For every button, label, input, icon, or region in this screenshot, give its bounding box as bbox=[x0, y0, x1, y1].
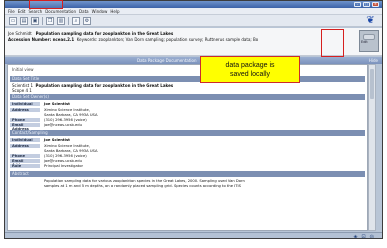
contact-address-row-2: Santa Barbara, CA 993A USA bbox=[10, 149, 365, 153]
package-title-line: Joe Schmidt Population sampling data for… bbox=[8, 31, 173, 36]
status-bar: ◈ ⊡ ◎ bbox=[5, 232, 382, 239]
menu-window[interactable]: Window bbox=[92, 9, 108, 14]
owner-address-row-2: Santa Barbara, CA 993A USA bbox=[10, 113, 365, 117]
contact-email-label: Email Address bbox=[10, 159, 40, 167]
section-contact: Contact/Sampling bbox=[10, 130, 365, 136]
owner-email-label: Email Address bbox=[10, 123, 40, 131]
scrollbar-thumb[interactable] bbox=[370, 69, 374, 99]
contact-email-row: Email Address joe@nceas.ucsb.edu bbox=[10, 159, 365, 167]
new-icon[interactable]: ▭ bbox=[9, 16, 17, 25]
section-data-title: Data Set Title bbox=[10, 76, 365, 82]
package-title: Population sampling data for zooplankton… bbox=[35, 31, 174, 36]
settings-icon[interactable]: ⚙ bbox=[83, 16, 91, 25]
status-icons: ◈ ⊡ ◎ bbox=[353, 233, 374, 239]
owner-address-label: Address bbox=[10, 108, 40, 112]
contact-role-value: Principal Investigator bbox=[44, 164, 83, 168]
open-icon[interactable]: ▤ bbox=[20, 16, 28, 25]
menu-search[interactable]: Search bbox=[28, 9, 42, 14]
thumbnail-label: Edit bbox=[361, 40, 368, 44]
documentation-panel-bar: Data Package Documentation Hide bbox=[5, 57, 382, 64]
callout-line-1: data package is bbox=[225, 62, 275, 69]
data-title-scope: Scope 4 1 bbox=[12, 88, 32, 93]
toolbar-separator bbox=[42, 16, 43, 25]
accession-number: Accession Number: nceas.2.1 bbox=[8, 37, 75, 42]
panel-hide-link[interactable]: Hide bbox=[369, 57, 378, 64]
package-author: Joe Schmidt bbox=[8, 31, 32, 36]
paste-icon[interactable]: ▥ bbox=[57, 16, 65, 25]
highlight-box-edit bbox=[321, 29, 344, 57]
contact-address-value: Ximino Science Institute, bbox=[44, 144, 90, 148]
callout-line-2: saved locally bbox=[229, 71, 271, 78]
contact-individual-row: Individual Joe Scientist bbox=[10, 138, 365, 142]
maximize-button[interactable]: □ bbox=[363, 2, 370, 7]
section-abstract: Abstract bbox=[10, 171, 365, 177]
owner-address-row: Address Ximino Science Institute, bbox=[10, 108, 365, 112]
contact-phone-value: (310) 296-3956 (voice) bbox=[44, 154, 87, 158]
contact-address-value-2: Santa Barbara, CA 993A USA bbox=[44, 149, 98, 153]
contact-address-label: Address bbox=[10, 144, 40, 148]
owner-phone-value: (310) 296-3956 (voice) bbox=[44, 118, 87, 122]
window-controls: – □ × bbox=[354, 2, 379, 7]
network-icon: ◈ bbox=[353, 234, 358, 239]
contact-individual-value: Joe Scientist bbox=[44, 138, 70, 142]
contact-individual-label: Individual bbox=[10, 138, 40, 142]
search-icon[interactable]: ⌕ bbox=[72, 16, 80, 25]
contact-phone-label: Phone bbox=[10, 154, 40, 158]
data-title-line: Scientist 1 Population sampling data for… bbox=[12, 83, 173, 88]
copy-icon[interactable]: ❐ bbox=[46, 16, 54, 25]
menu-file[interactable]: File bbox=[8, 9, 15, 14]
owner-address-value-2: Santa Barbara, CA 993A USA bbox=[44, 113, 98, 117]
contact-role-label: Role bbox=[10, 164, 40, 168]
owner-email-value[interactable]: joe@nceas.ucsb.edu bbox=[44, 123, 82, 127]
abstract-line-2: samples at 1 m and 5 m depths, on a rand… bbox=[44, 183, 241, 188]
owner-individual-value: Joe Scientist bbox=[44, 102, 70, 106]
owner-individual-row: Individual Joe Scientist bbox=[10, 102, 365, 106]
menu-help[interactable]: Help bbox=[110, 9, 119, 14]
package-accession-line: Accession Number: nceas.2.1 Keywords: zo… bbox=[8, 37, 258, 42]
section-owner: Data Set Owner(s) bbox=[10, 94, 365, 100]
menu-data[interactable]: Data bbox=[79, 9, 89, 14]
package-keywords: Keywords: zooplankton; Van Dorn sampling… bbox=[76, 37, 259, 42]
lock-icon: ⊡ bbox=[361, 234, 366, 239]
menu-documentation[interactable]: Documentation bbox=[45, 9, 76, 14]
data-title-text: Population sampling data for zooplankton… bbox=[35, 83, 174, 88]
owner-phone-label: Phone bbox=[10, 118, 40, 122]
stage: – □ × File Edit Search Documentation Dat… bbox=[0, 0, 387, 248]
contact-email-value[interactable]: joe@nceas.ucsb.edu bbox=[44, 159, 82, 163]
panel-title: Data Package Documentation bbox=[137, 58, 197, 63]
contact-address-row: Address Ximino Science Institute, bbox=[10, 144, 365, 148]
highlight-box-menu bbox=[29, 0, 63, 9]
minimize-button[interactable]: – bbox=[354, 2, 361, 7]
content-scrollbar[interactable] bbox=[368, 64, 376, 231]
owner-individual-label: Individual bbox=[10, 102, 40, 106]
owner-phone-row: Phone (310) 296-3956 (voice) bbox=[10, 118, 365, 122]
toolbar: ▭ ▤ ▣ ❐ ▥ ⌕ ⚙ ❦ bbox=[5, 15, 382, 27]
toolbar-separator bbox=[68, 16, 69, 25]
documentation-content: Initial view Data Set Title Scientist 1 … bbox=[7, 64, 368, 231]
butterfly-logo-icon: ❦ bbox=[366, 15, 375, 26]
application-window: – □ × File Edit Search Documentation Dat… bbox=[4, 0, 383, 239]
globe-icon: ◎ bbox=[369, 234, 374, 239]
edit-thumbnail-button[interactable]: Edit bbox=[359, 30, 379, 52]
owner-address-value: Ximino Science Institute, bbox=[44, 108, 90, 112]
close-button[interactable]: × bbox=[372, 2, 379, 7]
contact-role-row: Role Principal Investigator bbox=[10, 164, 365, 168]
menu-bar: File Edit Search Documentation Data Wind… bbox=[5, 8, 382, 15]
abstract-text: Population sampling data for various zoo… bbox=[44, 179, 354, 188]
view-label: Initial view bbox=[12, 67, 34, 72]
owner-email-row: Email Address joe@nceas.ucsb.edu bbox=[10, 123, 365, 131]
save-icon[interactable]: ▣ bbox=[31, 16, 39, 25]
contact-phone-row: Phone (310) 296-3956 (voice) bbox=[10, 154, 365, 158]
annotation-callout: data package is saved locally bbox=[200, 56, 300, 83]
menu-edit[interactable]: Edit bbox=[18, 9, 26, 14]
